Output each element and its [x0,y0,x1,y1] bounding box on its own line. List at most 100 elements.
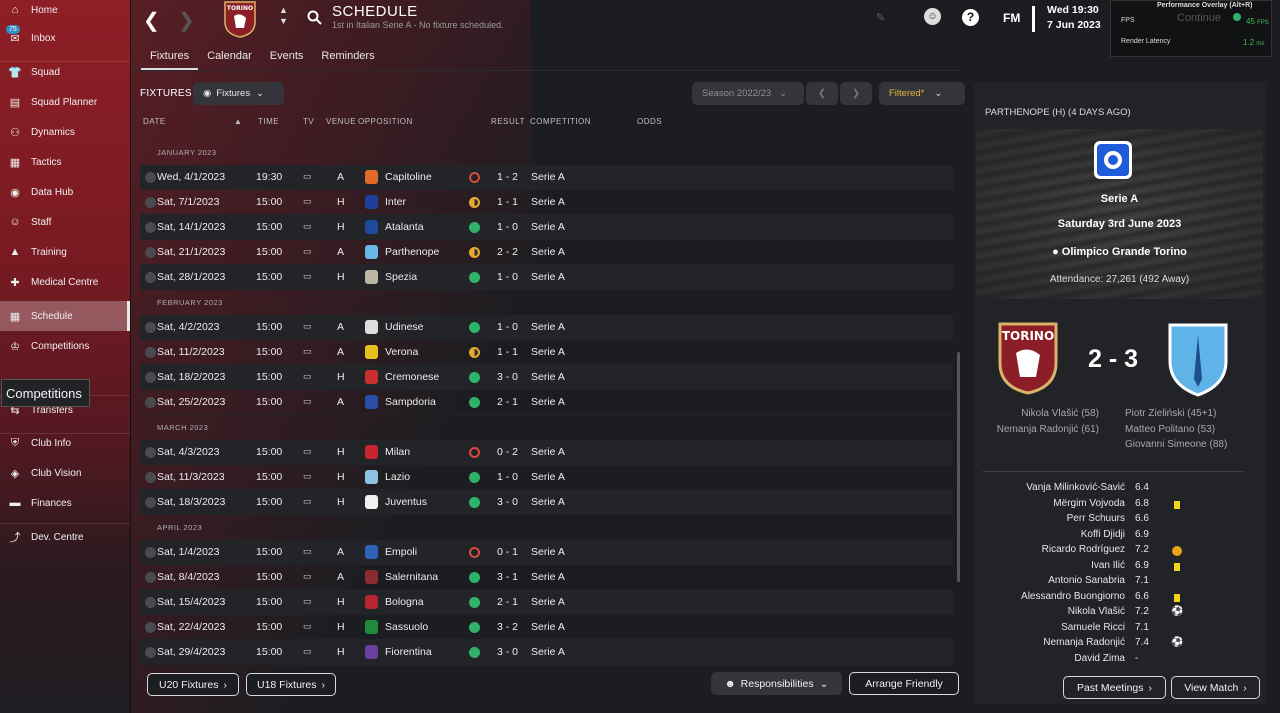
table-row[interactable]: Sat, 29/4/2023 15:00 ▭ H Fiorentina 3 - 0 Seri… [140,640,953,665]
player-row[interactable]: Nemanja Radonjić 7.4 ⚽ [973,637,1266,652]
check-icon[interactable] [145,497,156,508]
cell-opposition[interactable]: Lazio [385,471,410,483]
cell-competition[interactable]: Serie A [531,321,565,333]
search-icon[interactable] [307,10,322,25]
player-row[interactable]: Mërgim Vojvoda 6.8 [973,498,1266,513]
cell-result[interactable]: 1 - 2 [497,171,518,183]
cell-competition[interactable]: Serie A [531,346,565,358]
sidebar-item-inbox[interactable]: ✉ Inbox 75 [0,23,130,53]
manager-icon[interactable]: ☺ [924,8,941,25]
table-row[interactable]: Sat, 4/3/2023 15:00 ▭ H Milan 0 - 2 Serie A [140,440,953,465]
table-row[interactable]: Sat, 14/1/2023 15:00 ▭ H Atalanta 1 - 0 Serie … [140,215,953,240]
cell-result[interactable]: 3 - 0 [497,646,518,658]
cell-competition[interactable]: Serie A [531,221,565,233]
table-row[interactable]: Sat, 8/4/2023 15:00 ▭ A Salernitana 3 - 1 Seri… [140,565,953,590]
check-icon[interactable] [145,447,156,458]
table-row[interactable]: Sat, 4/2/2023 15:00 ▭ A Udinese 1 - 0 Serie A [140,315,953,340]
cell-competition[interactable]: Serie A [531,396,565,408]
check-icon[interactable] [145,572,156,583]
cell-competition[interactable]: Serie A [531,571,565,583]
view-match-button[interactable]: View Match › [1171,676,1260,699]
cell-result[interactable]: 1 - 0 [497,471,518,483]
continue-button[interactable]: Continue [1177,12,1221,24]
table-row[interactable]: Sat, 22/4/2023 15:00 ▭ H Sassuolo 3 - 2 Serie … [140,615,953,640]
tab-fixtures[interactable]: Fixtures [141,46,199,70]
u18-fixtures-button[interactable]: U18 Fixtures › [246,673,336,696]
player-row[interactable]: Alessandro Buongiorno 6.6 [973,591,1266,606]
next-season-button[interactable]: ❯ [840,82,872,105]
cell-opposition[interactable]: Sassuolo [385,621,428,633]
cell-competition[interactable]: Serie A [531,646,565,658]
table-row[interactable]: Sat, 18/2/2023 15:00 ▭ H Cremonese 3 - 0 Serie… [140,365,953,390]
cell-result[interactable]: 3 - 2 [497,621,518,633]
player-row[interactable]: Samuele Ricci 7.1 [973,622,1266,637]
check-icon[interactable] [145,372,156,383]
player-row[interactable]: Antonio Sanabria 7.1 [973,575,1266,590]
check-icon[interactable] [145,197,156,208]
cell-competition[interactable]: Serie A [531,371,565,383]
col-opposition[interactable]: OPPOSITION [358,117,413,126]
check-icon[interactable] [145,347,156,358]
table-row[interactable]: Sat, 15/4/2023 15:00 ▭ H Bologna 2 - 1 Serie A [140,590,953,615]
player-row[interactable]: David Zima - [973,653,1266,668]
check-icon[interactable] [145,172,156,183]
cell-result[interactable]: 2 - 1 [497,396,518,408]
cell-result[interactable]: 1 - 1 [497,346,518,358]
sidebar-item-schedule[interactable]: ▦ Schedule [0,301,130,331]
cell-opposition[interactable]: Fiorentina [385,646,432,658]
cell-opposition[interactable]: Capitoline [385,171,432,183]
forward-icon[interactable]: ❯ [178,8,195,33]
help-icon[interactable]: ? [962,9,979,26]
back-icon[interactable]: ❮ [143,8,160,33]
filter-dropdown[interactable]: Filtered* ⌄ [879,82,965,105]
cell-opposition[interactable]: Atalanta [385,221,424,233]
check-icon[interactable] [145,547,156,558]
sort-icon[interactable]: ▲ [234,117,242,126]
col-date[interactable]: DATE [143,117,166,126]
cell-opposition[interactable]: Parthenope [385,246,439,258]
cell-competition[interactable]: Serie A [531,471,565,483]
parthenope-crest-icon[interactable] [1166,321,1230,397]
fm-logo[interactable]: FM [1003,11,1020,25]
cell-result[interactable]: 0 - 1 [497,546,518,558]
sidebar-item-medical-centre[interactable]: ✚ Medical Centre [0,267,130,297]
cell-result[interactable]: 2 - 2 [497,246,518,258]
check-icon[interactable] [145,397,156,408]
cell-opposition[interactable]: Milan [385,446,410,458]
table-row[interactable]: Sat, 11/2/2023 15:00 ▭ A Verona 1 - 1 Serie A [140,340,953,365]
tab-calendar[interactable]: Calendar [198,46,261,70]
table-row[interactable]: Sat, 25/2/2023 15:00 ▭ A Sampdoria 2 - 1 Serie… [140,390,953,415]
cell-result[interactable]: 3 - 0 [497,371,518,383]
check-icon[interactable] [145,472,156,483]
tab-events[interactable]: Events [261,46,313,70]
cell-result[interactable]: 2 - 1 [497,596,518,608]
cell-result[interactable]: 1 - 0 [497,321,518,333]
sidebar-item-training[interactable]: ▲ Training [0,237,130,267]
sidebar-item-tactics[interactable]: ▦ Tactics [0,147,130,177]
cell-competition[interactable]: Serie A [531,596,565,608]
prev-season-button[interactable]: ❮ [806,82,838,105]
cell-result[interactable]: 1 - 0 [497,221,518,233]
table-row[interactable]: Sat, 18/3/2023 15:00 ▭ H Juventus 3 - 0 Serie … [140,490,953,515]
col-odds[interactable]: ODDS [637,117,662,126]
player-row[interactable]: Vanja Milinković-Savić 6.4 [973,482,1266,497]
cell-opposition[interactable]: Udinese [385,321,424,333]
player-row[interactable]: Koffi Djidji 6.9 [973,529,1266,544]
responsibilities-button[interactable]: ☻ Responsibilities ⌄ [711,672,842,695]
cell-competition[interactable]: Serie A [531,196,565,208]
cell-opposition[interactable]: Cremonese [385,371,439,383]
past-meetings-button[interactable]: Past Meetings › [1063,676,1166,699]
fixtures-dropdown[interactable]: ◉ Fixtures ⌄ [193,82,284,105]
sidebar-item-home[interactable]: ⌂ Home [0,0,130,25]
check-icon[interactable] [145,597,156,608]
torino-crest-icon[interactable]: TORINO [996,321,1060,395]
check-icon[interactable] [145,272,156,283]
col-time[interactable]: TIME [258,117,279,126]
col-tv[interactable]: TV [303,117,314,126]
cell-result[interactable]: 1 - 0 [497,271,518,283]
sidebar-item-staff[interactable]: ☺ Staff [0,207,130,237]
cell-opposition[interactable]: Verona [385,346,418,358]
table-row[interactable]: Sat, 11/3/2023 15:00 ▭ H Lazio 1 - 0 Serie A [140,465,953,490]
cell-opposition[interactable]: Inter [385,196,406,208]
arrange-friendly-button[interactable]: Arrange Friendly [849,672,959,695]
